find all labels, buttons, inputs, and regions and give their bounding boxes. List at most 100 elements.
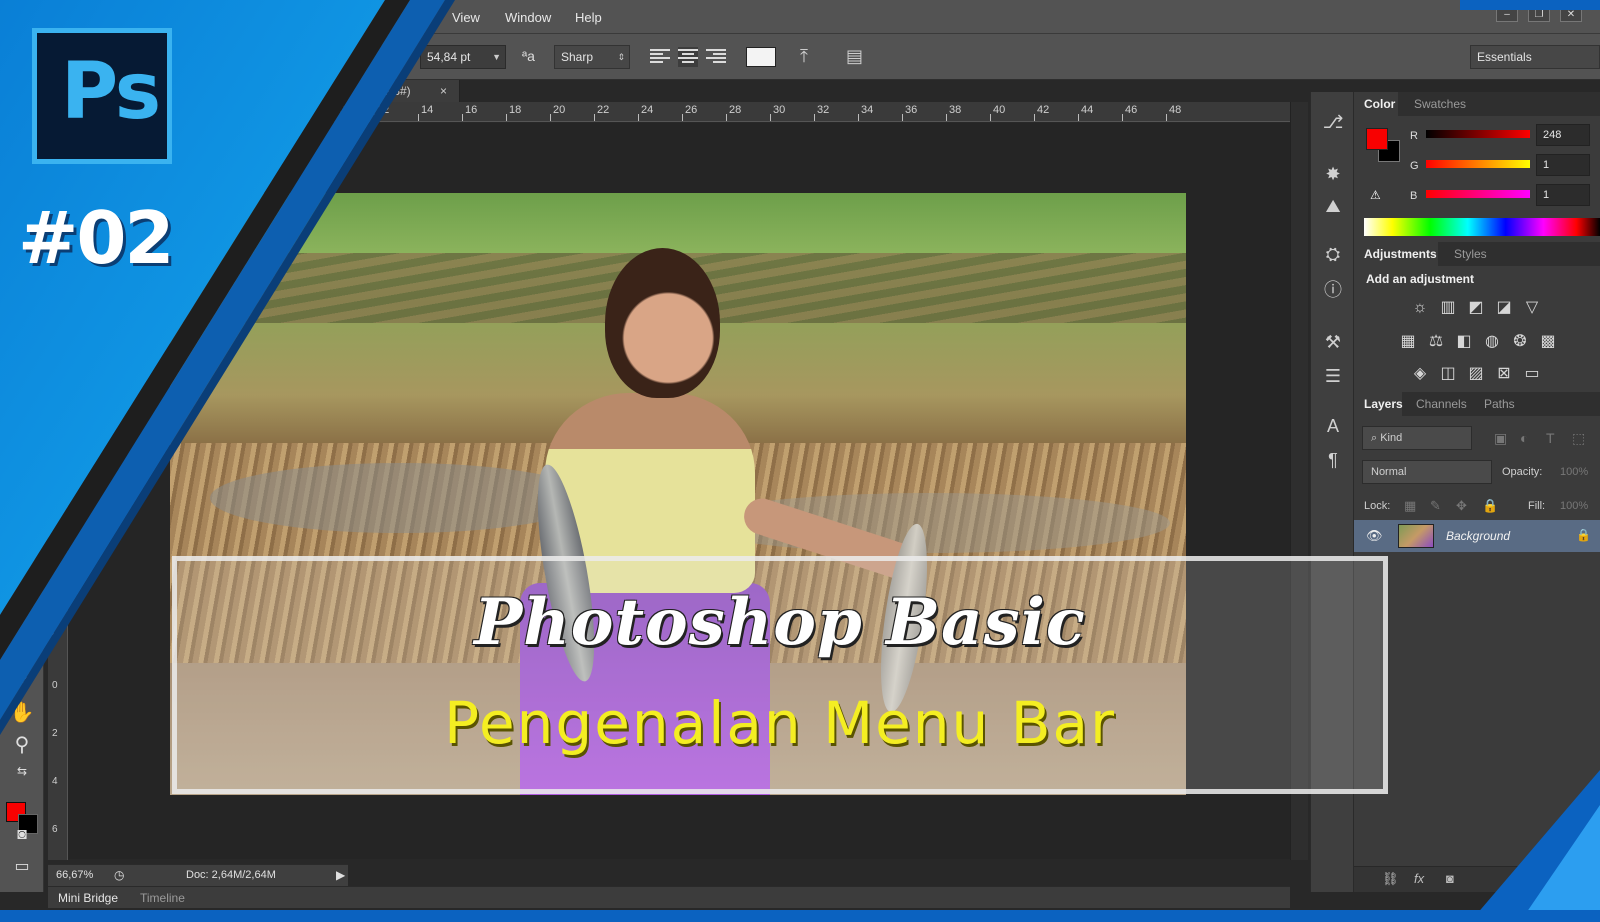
- document-tab[interactable]: (RGB/8#) ×: [230, 80, 460, 102]
- workspace-select[interactable]: Essentials: [1470, 45, 1600, 69]
- layer-filter-select[interactable]: ⌕ Kind: [1362, 426, 1472, 450]
- selective-color-icon[interactable]: ⊠: [1494, 364, 1514, 384]
- tab-adjustments[interactable]: Adjustments: [1364, 247, 1437, 261]
- close-window-button[interactable]: ✕: [1560, 8, 1582, 22]
- tab-paths[interactable]: Paths: [1484, 397, 1515, 411]
- menu-help[interactable]: Help: [575, 10, 602, 25]
- color-foreground-swatch[interactable]: [1366, 128, 1388, 150]
- add-mask-icon[interactable]: ◙: [1446, 871, 1454, 886]
- logo-text: Ps: [61, 47, 161, 137]
- adjustments-title: Add an adjustment: [1366, 272, 1475, 286]
- anti-alias-select[interactable]: Sharp ⇕: [554, 45, 630, 69]
- tab-styles[interactable]: Styles: [1454, 247, 1487, 261]
- filter-adjustment-icon[interactable]: ◐: [1520, 430, 1528, 446]
- black-white-icon[interactable]: ◧: [1454, 332, 1474, 352]
- channel-g-slider[interactable]: [1426, 160, 1530, 168]
- right-panels: Color Swatches ⚠ R 248 G 1 B 1 Adjustmen…: [1354, 92, 1600, 892]
- invert-icon[interactable]: ◈: [1410, 364, 1430, 384]
- gradient-map-icon[interactable]: ▭: [1522, 364, 1542, 384]
- hand-tool-icon[interactable]: ✋: [9, 700, 35, 726]
- threshold-icon[interactable]: ▨: [1466, 364, 1486, 384]
- filter-shape-icon[interactable]: ⬚: [1572, 430, 1585, 447]
- warp-text-icon[interactable]: ⤒: [800, 46, 808, 67]
- tab-layers[interactable]: Layers: [1364, 397, 1403, 411]
- lock-transparent-icon[interactable]: ▦: [1404, 498, 1416, 514]
- tool-presets-icon[interactable]: ⚒: [1321, 330, 1345, 354]
- ruler-tick-label: 6: [52, 824, 58, 835]
- color-balance-icon[interactable]: ⚖: [1426, 332, 1446, 352]
- minimize-button[interactable]: –: [1496, 8, 1518, 22]
- color-lookup-icon[interactable]: ▩: [1538, 332, 1558, 352]
- filter-type-icon[interactable]: T: [1546, 430, 1555, 446]
- opacity-value[interactable]: 100%: [1560, 466, 1588, 478]
- ruler-tick-label: 14: [421, 104, 434, 116]
- color-spectrum[interactable]: [1364, 218, 1600, 236]
- swap-colors-icon[interactable]: ⇆: [9, 758, 35, 784]
- exposure-icon[interactable]: ◪: [1494, 298, 1514, 318]
- align-center-button[interactable]: [678, 47, 698, 67]
- curves-icon[interactable]: ◩: [1466, 298, 1486, 318]
- posterize-icon[interactable]: ◫: [1438, 364, 1458, 384]
- brush-presets-icon[interactable]: ✸: [1321, 162, 1345, 186]
- filter-pixel-icon[interactable]: ▣: [1494, 430, 1507, 447]
- link-layers-icon[interactable]: ⛓: [1382, 871, 1399, 887]
- photo-filter-icon[interactable]: ◍: [1482, 332, 1502, 352]
- gamut-warning-icon[interactable]: ⚠: [1370, 188, 1381, 202]
- channel-b-value[interactable]: 1: [1536, 184, 1590, 206]
- lock-all-icon[interactable]: 🔒: [1482, 498, 1498, 514]
- properties-icon[interactable]: ☰: [1321, 364, 1345, 388]
- levels-icon[interactable]: ▥: [1438, 298, 1458, 318]
- fill-value[interactable]: 100%: [1560, 500, 1588, 512]
- 3d-icon[interactable]: ⛭: [1321, 242, 1345, 266]
- menu-view[interactable]: View: [452, 10, 480, 25]
- channel-r-value[interactable]: 248: [1536, 124, 1590, 146]
- font-size-value: 54,84 pt: [427, 50, 471, 64]
- path-selection-icon[interactable]: ➤: [9, 632, 35, 658]
- menu-window[interactable]: Window: [505, 10, 551, 25]
- screen-mode-icon[interactable]: ▭: [9, 854, 35, 880]
- layer-name[interactable]: Background: [1446, 529, 1510, 543]
- ruler-tick-label: 18: [509, 104, 522, 116]
- channel-g-value[interactable]: 1: [1536, 154, 1590, 176]
- zoom-level[interactable]: 66,67%: [56, 869, 93, 881]
- align-right-button[interactable]: [706, 47, 726, 67]
- character-icon[interactable]: A: [1321, 414, 1345, 438]
- zoom-tool-icon[interactable]: ⚲: [9, 732, 35, 758]
- ruler-tick-label: 46: [1125, 104, 1138, 116]
- close-tab-icon[interactable]: ×: [440, 80, 447, 102]
- histogram-icon[interactable]: ⛰: [1321, 194, 1345, 218]
- video-subtitle: Pengenalan Menu Bar: [444, 689, 1116, 757]
- brightness-icon[interactable]: ☼: [1410, 298, 1430, 318]
- tab-channels[interactable]: Channels: [1416, 397, 1467, 411]
- layer-style-icon[interactable]: fx: [1414, 871, 1424, 886]
- channel-mixer-icon[interactable]: ❂: [1510, 332, 1530, 352]
- channel-r-slider[interactable]: [1426, 130, 1530, 138]
- paragraph-icon[interactable]: ¶: [1321, 448, 1345, 472]
- layer-row[interactable]: 👁 Background 🔒: [1354, 520, 1600, 552]
- tab-color[interactable]: Color: [1364, 97, 1395, 111]
- maximize-button[interactable]: ❐: [1528, 8, 1550, 22]
- character-panel-icon[interactable]: ▤: [846, 46, 863, 67]
- play-icon[interactable]: ▶: [336, 868, 345, 882]
- custom-shape-icon[interactable]: ✲: [9, 664, 35, 690]
- vibrance-icon[interactable]: ▽: [1522, 298, 1542, 318]
- history-icon[interactable]: ⎇: [1321, 110, 1345, 134]
- quick-mask-icon[interactable]: ◙: [9, 822, 35, 848]
- options-bar: 54,84 pt ▼ ªa Sharp ⇕ ⤒ ▤ Essentials: [0, 34, 1600, 80]
- font-size-field[interactable]: 54,84 pt ▼: [420, 45, 506, 69]
- info-icon[interactable]: ◷: [114, 868, 124, 882]
- type-tool-icon[interactable]: T: [9, 600, 35, 626]
- text-color-swatch[interactable]: [746, 47, 776, 67]
- align-left-button[interactable]: [650, 47, 670, 67]
- info-panel-icon[interactable]: ⓘ: [1321, 278, 1345, 302]
- lock-image-icon[interactable]: ✎: [1430, 498, 1441, 514]
- lock-position-icon[interactable]: ✥: [1456, 498, 1467, 514]
- tab-timeline[interactable]: Timeline: [140, 891, 185, 905]
- hue-saturation-icon[interactable]: ▦: [1398, 332, 1418, 352]
- visibility-eye-icon[interactable]: 👁: [1366, 528, 1383, 544]
- channel-b-slider[interactable]: [1426, 190, 1530, 198]
- tab-swatches[interactable]: Swatches: [1414, 97, 1466, 111]
- ruler-tick-label: 2: [52, 728, 58, 739]
- tab-mini-bridge[interactable]: Mini Bridge: [58, 891, 118, 905]
- blend-mode-select[interactable]: Normal: [1362, 460, 1492, 484]
